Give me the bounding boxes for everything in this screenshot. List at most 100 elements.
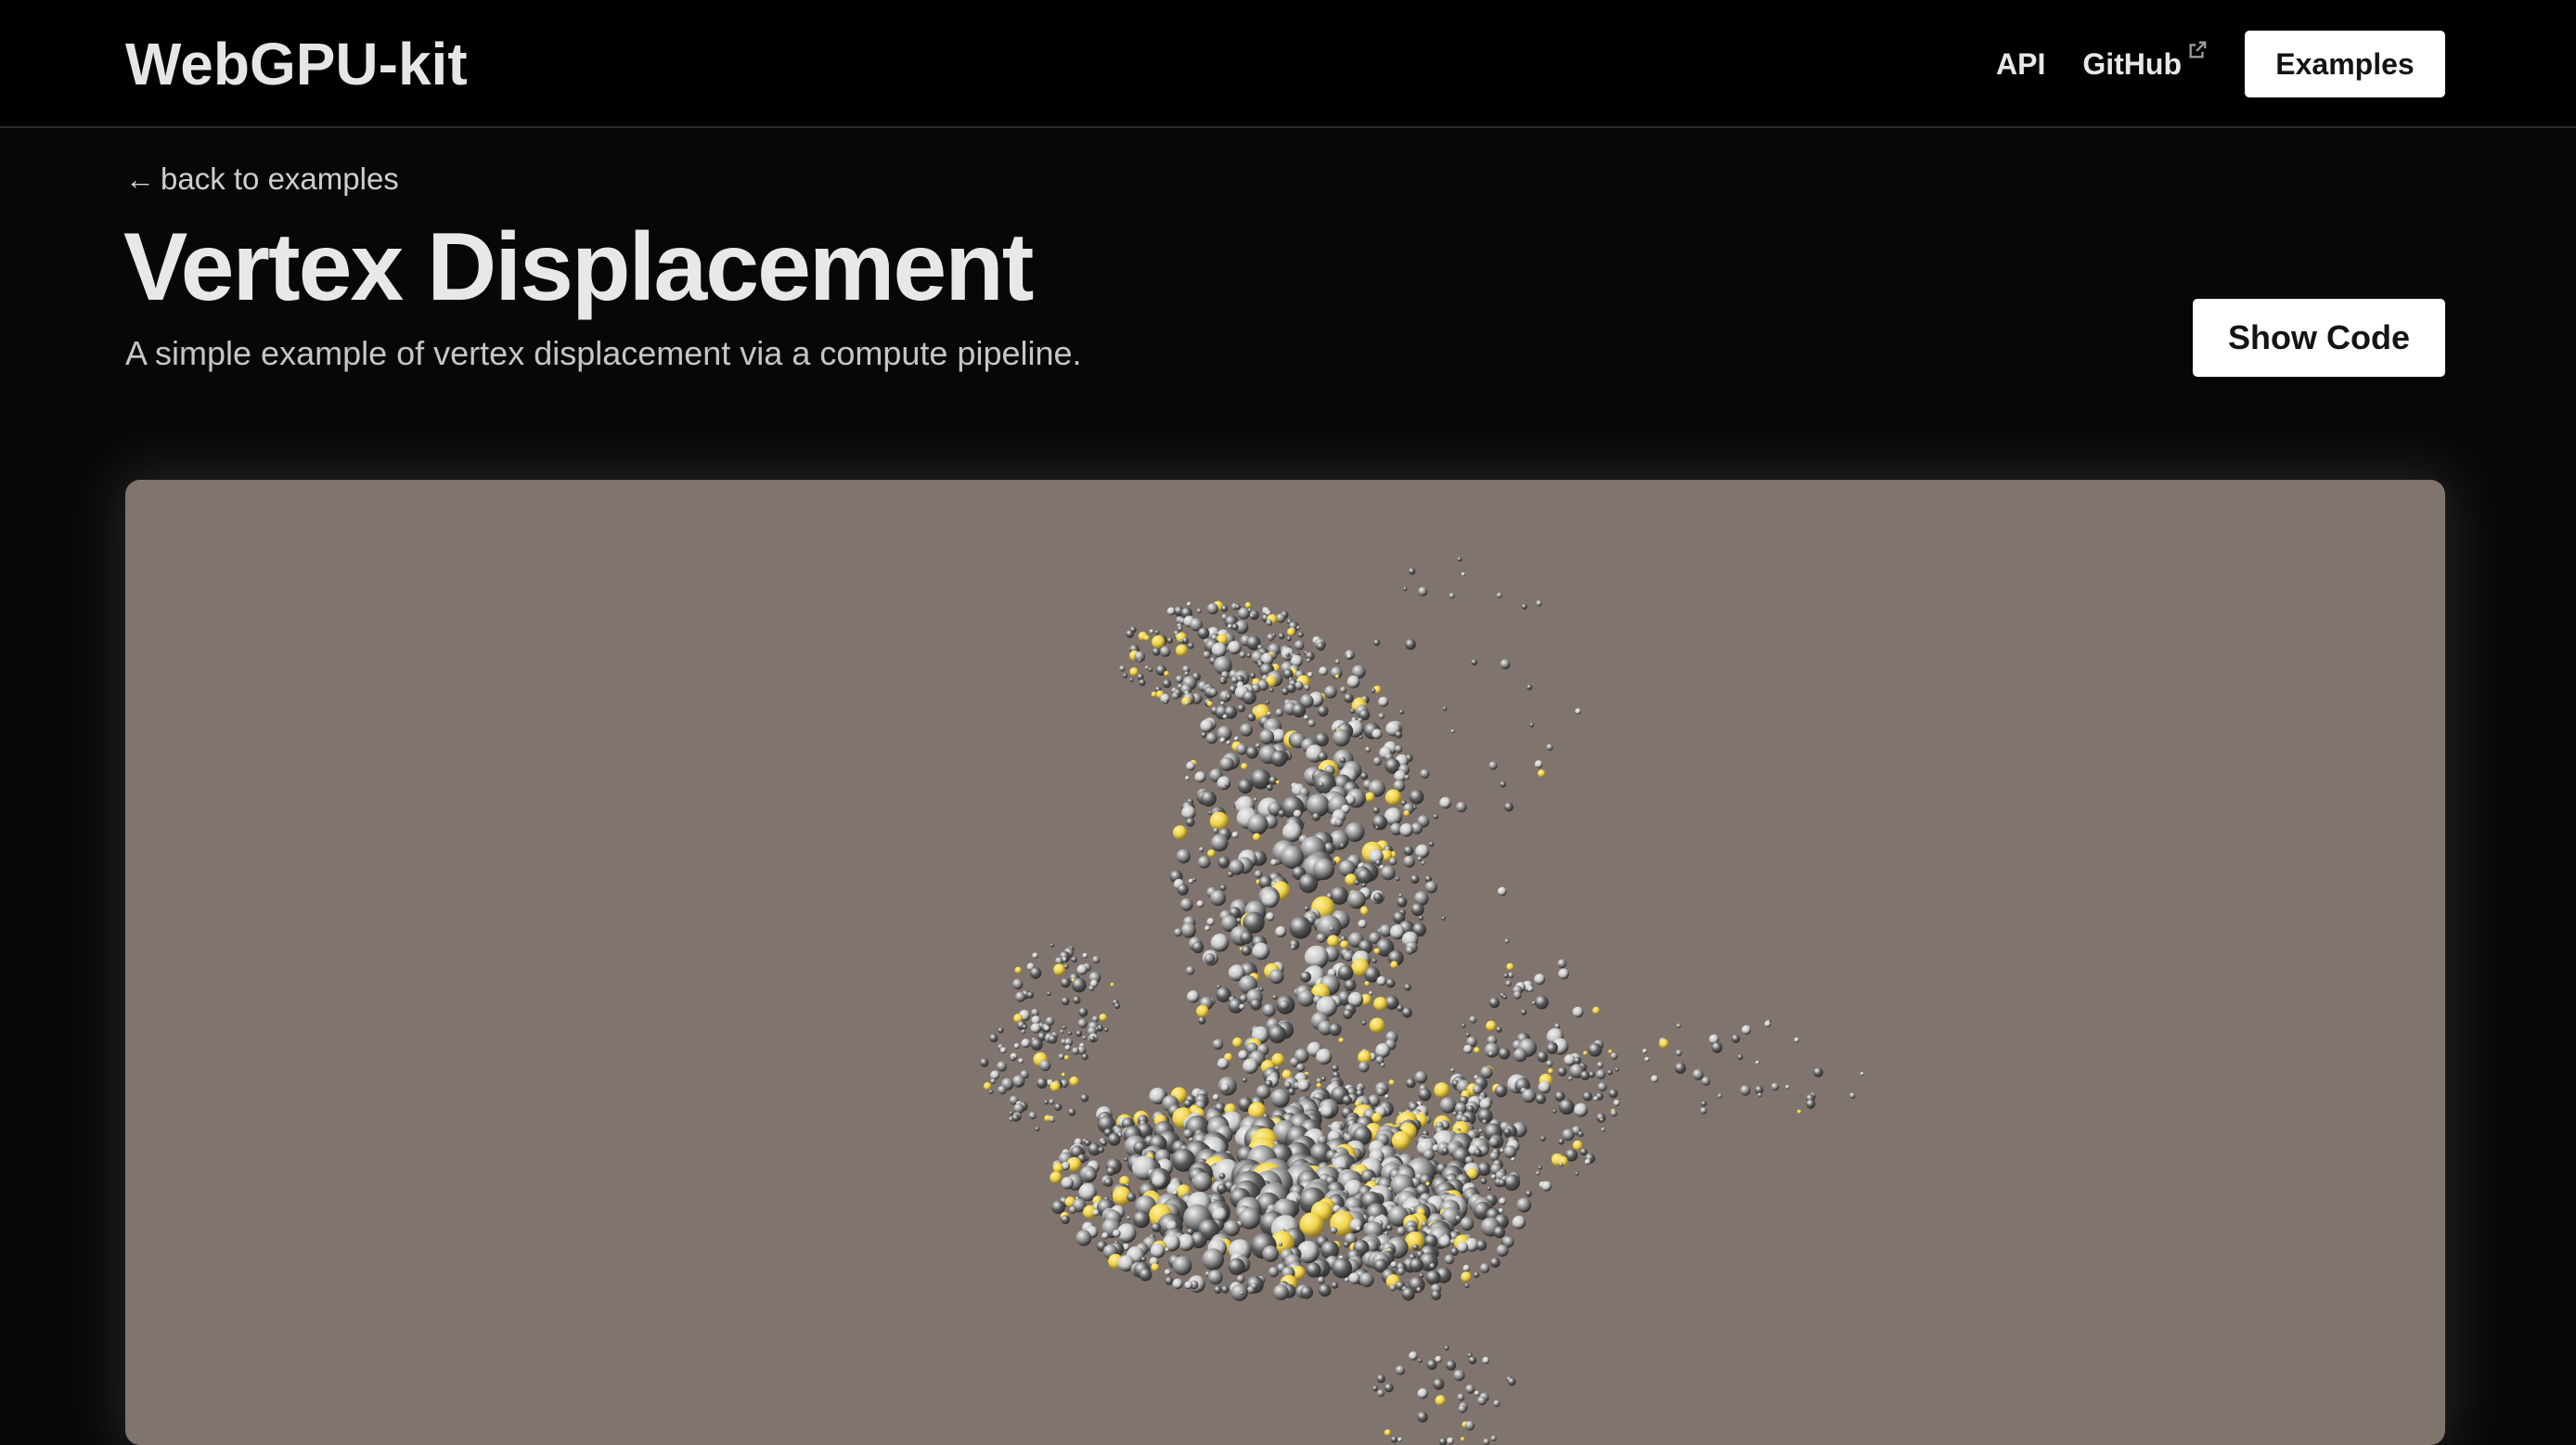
particle xyxy=(1307,672,1313,677)
particle xyxy=(1536,1094,1546,1104)
particle xyxy=(1316,1049,1332,1064)
particle xyxy=(1152,636,1165,649)
particle xyxy=(1450,729,1455,734)
particle xyxy=(1480,1263,1490,1273)
particle xyxy=(997,1062,1007,1072)
particle xyxy=(1173,1256,1192,1275)
particle xyxy=(1243,1077,1247,1082)
particle xyxy=(1212,642,1227,657)
back-to-examples-link[interactable]: ← back to examples xyxy=(125,161,399,197)
particle xyxy=(1340,844,1346,849)
particle xyxy=(1282,688,1289,695)
particle xyxy=(1480,1099,1492,1111)
particle xyxy=(1434,814,1439,819)
particle xyxy=(1296,1064,1305,1072)
particle xyxy=(1235,604,1241,610)
particle xyxy=(1304,715,1308,719)
particle xyxy=(1272,995,1277,1000)
particle xyxy=(1526,1191,1532,1197)
particle xyxy=(1385,789,1401,805)
particle xyxy=(1493,1400,1500,1407)
particle xyxy=(1403,856,1415,868)
particle xyxy=(1616,1067,1619,1071)
particle xyxy=(1427,1360,1437,1370)
particle xyxy=(989,1034,998,1042)
particle xyxy=(1529,723,1534,728)
particle xyxy=(1101,1232,1108,1239)
particle xyxy=(1270,859,1277,866)
particle xyxy=(1481,1066,1493,1078)
particle-scene xyxy=(125,480,2445,1445)
particle xyxy=(1558,969,1569,980)
particle xyxy=(1465,1385,1475,1394)
particle xyxy=(1164,700,1167,703)
particle xyxy=(1276,613,1285,623)
particle xyxy=(1192,1172,1212,1192)
particle xyxy=(1418,587,1427,596)
particle xyxy=(1209,688,1217,696)
particle xyxy=(1172,1279,1182,1289)
particle xyxy=(1381,1063,1385,1067)
examples-button[interactable]: Examples xyxy=(2245,31,2445,97)
particle xyxy=(1419,916,1423,921)
particle xyxy=(1389,858,1397,866)
particle xyxy=(1675,1063,1686,1074)
particle xyxy=(1211,834,1229,852)
particle xyxy=(1317,934,1326,943)
particle xyxy=(1343,1009,1353,1019)
particle xyxy=(1541,1181,1552,1192)
particle xyxy=(1111,983,1114,987)
particle xyxy=(1163,679,1171,688)
particle xyxy=(1269,776,1277,784)
particle xyxy=(1062,1073,1065,1077)
particle xyxy=(1536,1171,1540,1176)
particle xyxy=(984,1082,991,1090)
particle xyxy=(1377,976,1386,986)
particle xyxy=(1231,677,1238,683)
particle xyxy=(1238,608,1250,620)
particle xyxy=(1508,1378,1516,1387)
webgpu-canvas[interactable] xyxy=(125,480,2445,1445)
particle xyxy=(1082,1053,1088,1060)
particle xyxy=(989,1090,994,1094)
particle xyxy=(1340,757,1346,764)
particle xyxy=(1240,931,1253,944)
particle xyxy=(1178,626,1182,631)
particle xyxy=(1580,1071,1590,1080)
site-logo[interactable]: WebGPU-kit xyxy=(125,30,468,98)
show-code-button[interactable]: Show Code xyxy=(2193,299,2445,377)
particle xyxy=(1009,1116,1013,1121)
particle xyxy=(1397,1227,1406,1236)
particle xyxy=(1611,1052,1618,1060)
particle xyxy=(1651,1076,1658,1083)
particle xyxy=(1173,1191,1178,1195)
particle xyxy=(1133,1211,1150,1228)
particle xyxy=(1392,1131,1411,1151)
particle xyxy=(1259,729,1274,744)
nav-api-link[interactable]: API xyxy=(1996,47,2045,82)
particle xyxy=(1196,1005,1209,1018)
particle xyxy=(1201,791,1217,806)
particle xyxy=(1280,1000,1289,1010)
particle xyxy=(1085,1169,1097,1181)
particle xyxy=(1240,724,1253,737)
particle xyxy=(1412,1245,1419,1251)
particle xyxy=(1231,1284,1248,1301)
particle xyxy=(1177,849,1191,863)
nav-github-link[interactable]: GitHub xyxy=(2082,47,2208,82)
nav-links: API GitHub Examples xyxy=(1996,30,2445,98)
particle xyxy=(1104,1027,1109,1032)
particle xyxy=(1489,1051,1493,1055)
particle xyxy=(1389,1079,1395,1085)
particle xyxy=(1304,906,1309,911)
particle xyxy=(1286,652,1291,657)
particle xyxy=(1409,568,1416,575)
particle xyxy=(1677,1024,1681,1028)
particle xyxy=(1148,667,1153,672)
particle xyxy=(1129,667,1138,676)
particle xyxy=(1213,828,1218,833)
particle xyxy=(1498,887,1507,897)
particle xyxy=(1144,635,1150,640)
particle xyxy=(1221,1285,1229,1293)
particle xyxy=(1457,1242,1468,1253)
